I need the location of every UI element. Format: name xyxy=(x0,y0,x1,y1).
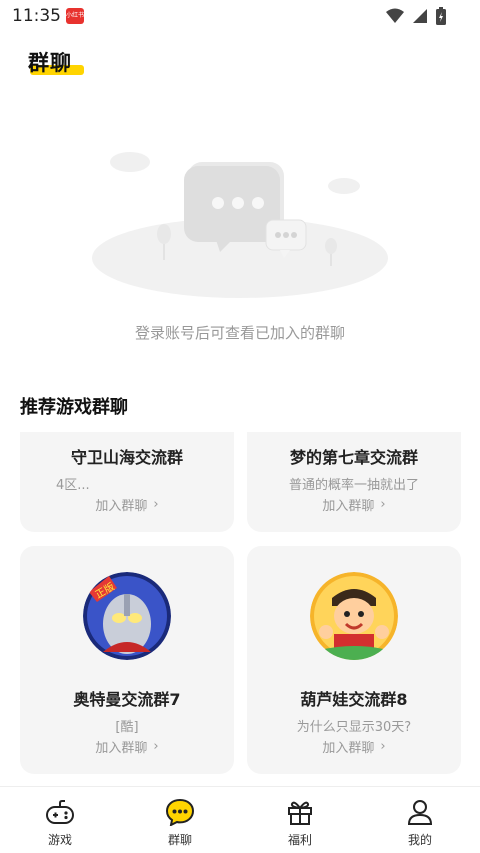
chevron-right-icon: › xyxy=(380,497,386,512)
group-card-mengdi[interactable]: 梦的第七章交流群 普通的概率一抽就出了 加入群聊 › xyxy=(247,432,461,532)
join-group-label: 加入群聊 xyxy=(95,741,148,756)
group-last-message: 普通的概率一抽就出了 xyxy=(288,478,419,493)
group-name: 葫芦娃交流群8 xyxy=(300,690,408,709)
empty-state-message: 登录账号后可查看已加入的群聊 xyxy=(134,324,345,342)
page-title: 群聊 xyxy=(28,51,72,75)
status-bar: 11:35 小红书 xyxy=(0,0,480,34)
status-icons xyxy=(386,7,446,25)
signal-icon xyxy=(413,9,427,23)
nav-item-me[interactable]: 我的 xyxy=(360,787,480,853)
empty-chat-illustration xyxy=(92,152,388,298)
group-card-huluwa[interactable]: 葫芦娃交流群8 为什么只显示30天? 加入群聊 › xyxy=(247,546,461,774)
app-notification-icon: 小红书 xyxy=(66,8,84,24)
join-group-link[interactable]: 加入群聊 › xyxy=(247,495,461,514)
chevron-right-icon: › xyxy=(153,739,159,754)
nav-label: 游戏 xyxy=(47,833,72,847)
group-card-shouwei[interactable]: 守卫山海交流群 4区... 加入群聊 › xyxy=(20,432,234,532)
person-icon xyxy=(405,797,435,827)
gift-icon xyxy=(285,797,315,827)
section-title: 推荐游戏群聊 xyxy=(20,397,128,418)
gamepad-icon xyxy=(45,797,75,827)
group-last-message: 4区... xyxy=(56,478,90,493)
join-group-label: 加入群聊 xyxy=(95,499,148,514)
wifi-icon xyxy=(386,8,404,23)
chat-bubble-icon xyxy=(165,797,195,827)
group-last-message: 为什么只显示30天? xyxy=(296,720,412,735)
join-group-link[interactable]: 加入群聊 › xyxy=(247,737,461,756)
nav-item-games[interactable]: 游戏 xyxy=(0,787,120,853)
join-group-link[interactable]: 加入群聊 › xyxy=(20,737,234,756)
group-name: 守卫山海交流群 xyxy=(70,448,183,467)
join-group-label: 加入群聊 xyxy=(322,741,375,756)
chevron-right-icon: › xyxy=(380,739,386,754)
ultraman-avatar-icon: 正版 xyxy=(83,572,171,660)
status-time: 11:35 xyxy=(12,6,61,26)
nav-item-welfare[interactable]: 福利 xyxy=(240,787,360,853)
chevron-right-icon: › xyxy=(153,497,159,512)
nav-label: 我的 xyxy=(407,833,432,847)
nav-item-group-chat[interactable]: 群聊 xyxy=(120,787,240,853)
group-name: 奥特曼交流群7 xyxy=(73,690,181,709)
join-group-link[interactable]: 加入群聊 › xyxy=(20,495,234,514)
group-card-ultraman[interactable]: 正版 奥特曼交流群7 [酷] 加入群聊 › xyxy=(20,546,234,774)
huluwa-avatar-icon xyxy=(310,572,398,660)
join-group-label: 加入群聊 xyxy=(322,499,375,514)
bottom-nav: 游戏 群聊 福利 我的 xyxy=(0,786,480,853)
nav-label: 福利 xyxy=(287,833,312,847)
page-header: 群聊 xyxy=(28,47,84,81)
group-name: 梦的第七章交流群 xyxy=(289,448,418,467)
group-last-message: [酷] xyxy=(115,720,139,735)
group-avatar: 正版 xyxy=(83,572,171,660)
nav-label: 群聊 xyxy=(167,833,192,847)
battery-icon xyxy=(436,7,446,25)
group-avatar xyxy=(310,572,398,660)
